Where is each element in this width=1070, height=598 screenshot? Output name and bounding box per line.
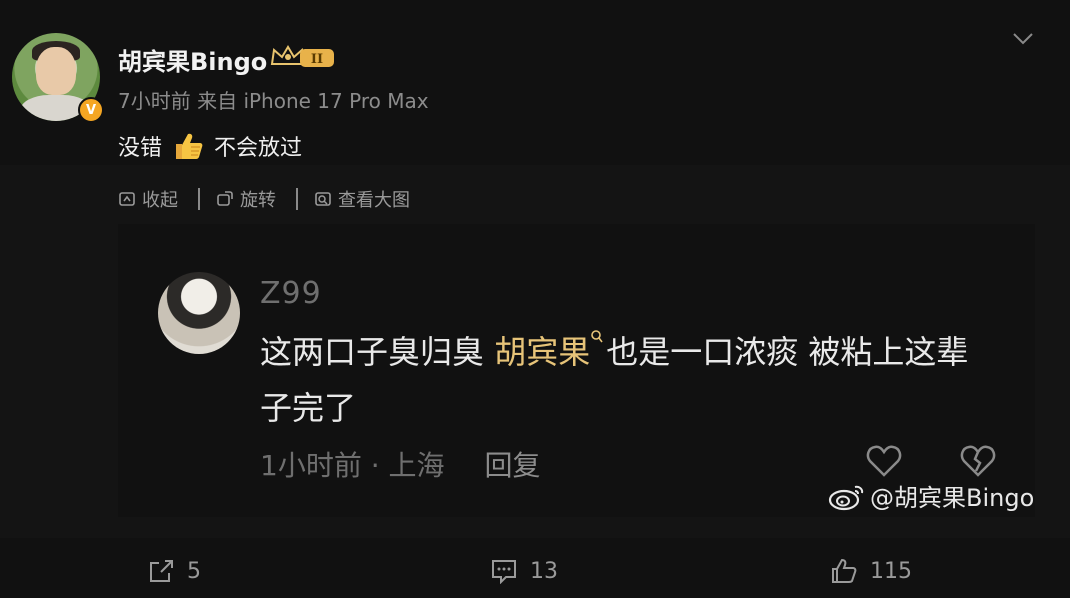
image-toolbar: 收起 旋转 查看大图: [118, 186, 410, 212]
search-icon: [591, 330, 603, 343]
weibo-watermark: @胡宾果Bingo: [828, 478, 1034, 513]
share-icon: [150, 560, 173, 582]
post-text-before: 没错: [118, 136, 163, 161]
collapse-icon: [119, 192, 135, 206]
comment-reply: 回复: [484, 449, 541, 482]
commenter-name: Z99: [260, 276, 322, 311]
level-crown-icon: II: [270, 45, 334, 67]
rotate-button[interactable]: 旋转: [216, 186, 276, 212]
share-count: 5: [187, 558, 201, 584]
svg-text:II: II: [311, 52, 323, 67]
comment-highlight-name: 胡宾果: [494, 333, 591, 371]
like-count: 115: [870, 558, 912, 584]
thumbs-up-emoji-icon: [176, 133, 203, 159]
post-text-after: 不会放过: [214, 136, 303, 161]
comment-count: 13: [530, 558, 558, 584]
thumbs-up-icon: [832, 558, 857, 583]
view-large-label: 查看大图: [338, 190, 410, 211]
comment-icon: [492, 560, 516, 584]
rotate-label: 旋转: [240, 190, 276, 211]
verified-badge-icon: V: [78, 97, 104, 123]
broken-heart-icon: [960, 445, 996, 477]
view-large-button[interactable]: 查看大图: [314, 186, 410, 212]
comment-text-part1: 这两口子臭归臭: [260, 333, 495, 371]
comment-button[interactable]: 13: [490, 558, 558, 584]
view-large-icon: [315, 192, 331, 206]
comment-screenshot-image[interactable]: Z99 这两口子臭归臭 胡宾果 也是一口浓痰 被粘上这辈子完了 1小时前 · 上海…: [118, 224, 1035, 517]
like-button[interactable]: 115: [830, 558, 912, 584]
comment-footer: 1小时前 · 上海 回复: [260, 444, 541, 484]
rotate-icon: [217, 191, 233, 206]
weibo-logo-icon: [828, 485, 864, 510]
comment-time-location: 1小时前 · 上海: [260, 449, 445, 482]
username[interactable]: 胡宾果Bingo: [118, 42, 267, 77]
watermark-text: @胡宾果Bingo: [870, 484, 1035, 512]
heart-icon: [866, 445, 902, 477]
chevron-down-icon[interactable]: [1012, 28, 1034, 48]
toolbar-divider: [198, 188, 200, 210]
toolbar-divider: [296, 188, 298, 210]
commenter-avatar: [158, 272, 240, 354]
share-button[interactable]: 5: [147, 558, 201, 584]
post-text: 没错 不会放过: [118, 130, 302, 162]
collapse-button[interactable]: 收起: [118, 186, 178, 212]
post-meta: 7小时前 来自 iPhone 17 Pro Max: [118, 89, 429, 113]
comment-text: 这两口子臭归臭 胡宾果 也是一口浓痰 被粘上这辈子完了: [260, 324, 1000, 436]
collapse-label: 收起: [142, 190, 178, 211]
